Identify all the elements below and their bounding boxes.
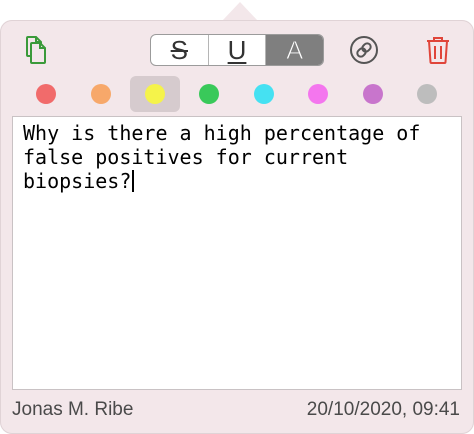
toolbar: S U A — [0, 20, 474, 72]
color-swatch-orange[interactable] — [76, 76, 126, 112]
link-button[interactable] — [348, 34, 380, 66]
popover-arrow — [222, 2, 258, 21]
strikethrough-label: S — [170, 34, 188, 65]
color-swatch-cyan[interactable] — [239, 76, 289, 112]
copy-button[interactable] — [20, 34, 52, 66]
format-segmented-control: S U A — [150, 34, 324, 66]
color-swatch-purple[interactable] — [348, 76, 398, 112]
color-dot-orange — [91, 84, 111, 104]
color-dot-purple — [363, 84, 383, 104]
color-dot-gray — [417, 84, 437, 104]
underline-button[interactable]: U — [209, 35, 267, 65]
color-dot-cyan — [254, 84, 274, 104]
color-dot-yellow — [145, 84, 165, 104]
text-color-button[interactable]: A — [266, 35, 323, 65]
color-swatch-yellow[interactable] — [130, 76, 180, 112]
color-swatch-pink[interactable] — [293, 76, 343, 112]
underline-label: U — [227, 34, 247, 65]
color-dot-green — [199, 84, 219, 104]
text-caret — [132, 170, 134, 192]
color-dot-pink — [308, 84, 328, 104]
note-popover: S U A Why is there a high percentage of … — [0, 20, 474, 434]
note-text-area[interactable]: Why is there a high percentage of false … — [12, 116, 462, 390]
strikethrough-button[interactable]: S — [151, 35, 209, 65]
trash-icon — [427, 37, 449, 64]
author-label: Jonas M. Ribe — [12, 399, 134, 420]
color-dot-red — [36, 84, 56, 104]
note-text: Why is there a high percentage of false … — [23, 121, 433, 193]
color-swatch-gray[interactable] — [402, 76, 452, 112]
color-picker — [0, 76, 474, 112]
timestamp-label: 20/10/2020, 09:41 — [306, 399, 460, 420]
color-swatch-green[interactable] — [184, 76, 234, 112]
color-swatch-red[interactable] — [21, 76, 71, 112]
note-footer: Jonas M. Ribe 20/10/2020, 09:41 — [12, 397, 460, 423]
link-icon — [350, 36, 378, 64]
copy-icon — [26, 36, 46, 64]
delete-button[interactable] — [422, 34, 454, 66]
text-color-label: A — [285, 34, 304, 65]
